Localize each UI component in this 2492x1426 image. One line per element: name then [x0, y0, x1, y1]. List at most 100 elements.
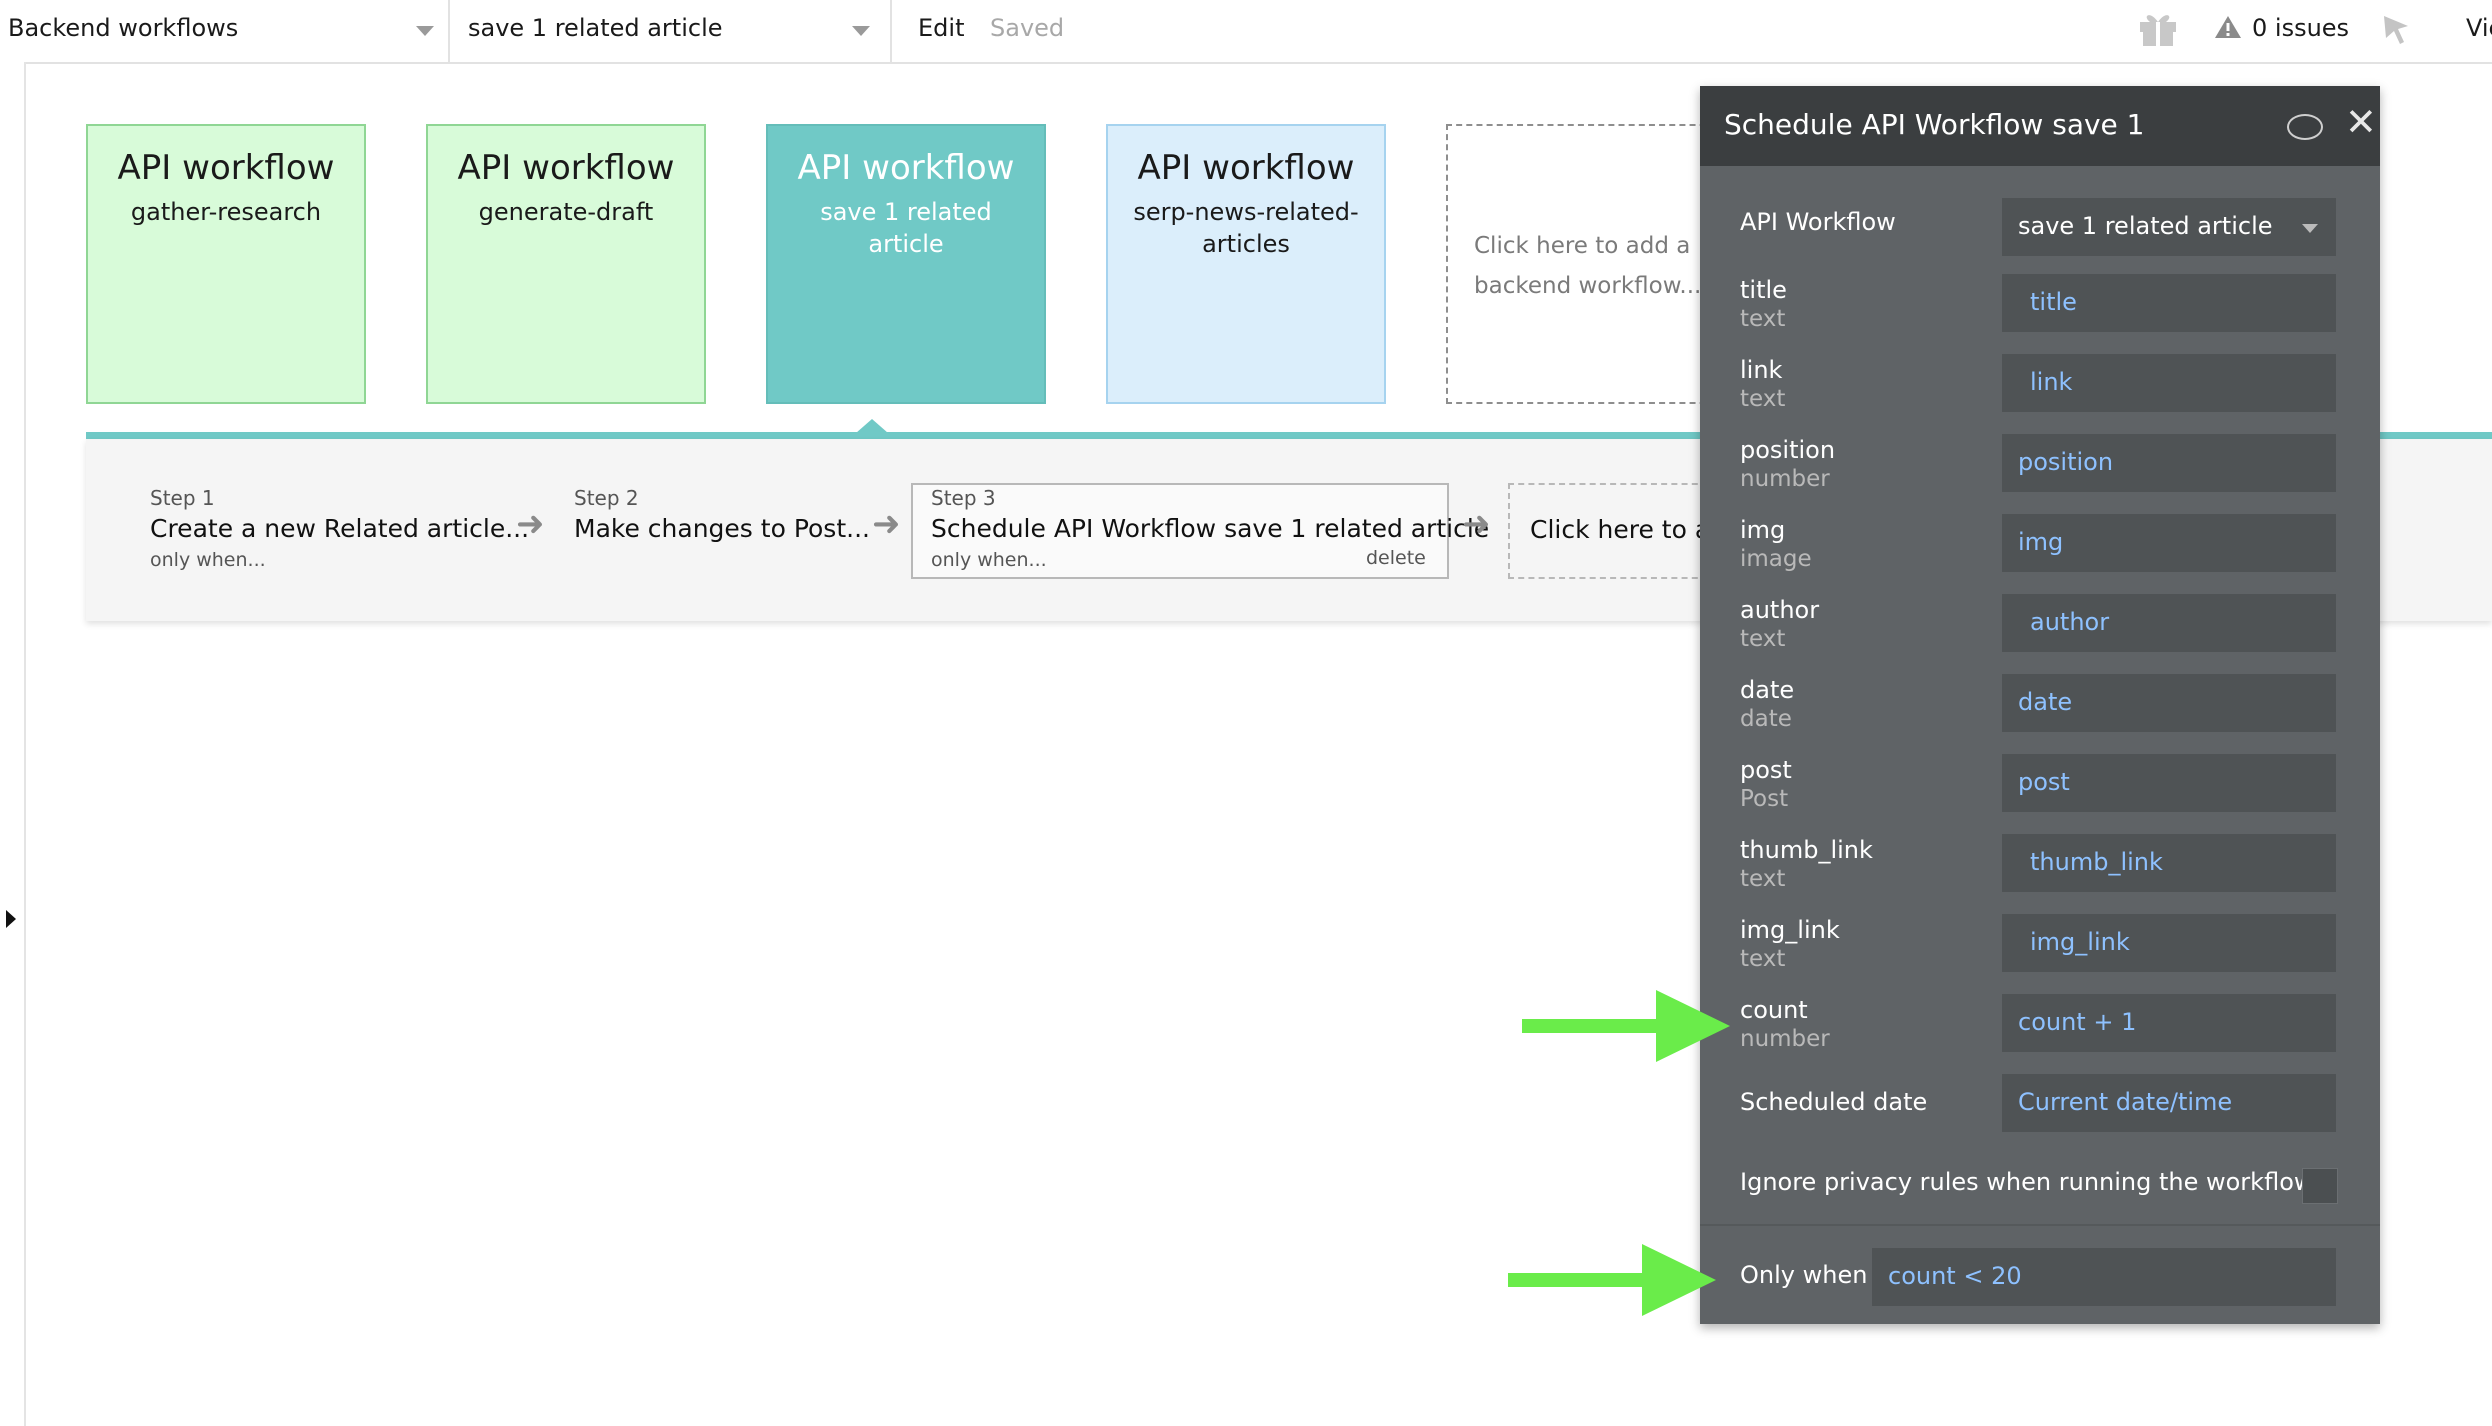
panel-divider — [1700, 1224, 2380, 1226]
param-value: position — [2018, 448, 2114, 476]
param-type: text — [1740, 626, 1786, 652]
param-value: link — [2030, 368, 2073, 396]
param-title-field[interactable]: title — [2002, 274, 2336, 332]
scheduled-date-row: Scheduled date — [1740, 1088, 1927, 1116]
schedule-api-workflow-panel: Schedule API Workflow save 1 re ✕ API Wo… — [1700, 86, 2380, 1324]
gift-icon[interactable] — [2136, 8, 2180, 48]
param-value: post — [2018, 768, 2070, 796]
chevron-down-icon — [852, 26, 870, 36]
ignore-privacy-row: Ignore privacy rules when running the wo… — [1740, 1168, 2314, 1196]
param-type: Post — [1740, 786, 1789, 812]
edit-menu[interactable]: Edit — [918, 14, 964, 42]
param-link-field[interactable]: link — [2002, 354, 2336, 412]
param-label: count — [1740, 996, 1808, 1024]
param-author: author text — [1740, 596, 1819, 652]
api-workflow-select-value: save 1 related article — [2018, 212, 2273, 240]
page-selector-label: Backend workflows — [8, 14, 239, 42]
param-img-link-field[interactable]: img_link — [2002, 914, 2336, 972]
api-workflow-label: API Workflow — [1740, 208, 1896, 236]
param-link: link text — [1740, 356, 1785, 412]
add-workflow-text: Click here to add a backend workflow... — [1474, 233, 1702, 299]
api-workflow-select[interactable]: save 1 related article — [2002, 198, 2336, 256]
param-value: count + 1 — [2018, 1008, 2137, 1036]
param-post: post Post — [1740, 756, 1792, 812]
param-type: text — [1740, 386, 1786, 412]
workflow-card-name: generate-draft — [478, 198, 654, 226]
param-date-field[interactable]: date — [2002, 674, 2336, 732]
workflow-card-generate-draft[interactable]: API workflow generate-draft — [426, 124, 706, 404]
step-title: Create a new Related article... — [150, 514, 530, 543]
param-type: text — [1740, 306, 1786, 332]
only-when-field[interactable]: count < 20 — [1872, 1248, 2336, 1306]
scheduled-date-value: Current date/time — [2018, 1088, 2233, 1116]
expand-left-panel-icon[interactable] — [6, 910, 16, 928]
workflow-card-serp-news[interactable]: API workflow serp-news-related-articles — [1106, 124, 1386, 404]
param-title: title text — [1740, 276, 1787, 332]
warning-icon — [2215, 16, 2241, 38]
selected-workflow-pointer — [856, 419, 888, 433]
ignore-privacy-label: Ignore privacy rules when running the wo… — [1740, 1168, 2314, 1196]
param-label: link — [1740, 356, 1783, 384]
step-2[interactable]: Step 2 Make changes to Post... — [574, 486, 870, 543]
param-post-field[interactable]: post — [2002, 754, 2336, 812]
param-label: date — [1740, 676, 1795, 704]
param-type: number — [1740, 466, 1830, 492]
param-value: author — [2030, 608, 2110, 636]
param-type: image — [1740, 546, 1812, 572]
comment-icon[interactable] — [2287, 114, 2323, 140]
add-step-text: Click here to ad — [1530, 515, 1708, 544]
param-count-field[interactable]: count + 1 — [2002, 994, 2336, 1052]
param-date: date date — [1740, 676, 1794, 732]
scheduled-date-field[interactable]: Current date/time — [2002, 1074, 2336, 1132]
issues-count[interactable]: 0 issues — [2252, 14, 2349, 42]
param-thumb-link-field[interactable]: thumb_link — [2002, 834, 2336, 892]
step-title: Make changes to Post... — [574, 514, 870, 543]
panel-title: Schedule API Workflow save 1 re — [1724, 108, 2144, 141]
workflow-card-type: API workflow — [797, 148, 1015, 188]
param-img-link: img_link text — [1740, 916, 1840, 972]
param-position-field[interactable]: position — [2002, 434, 2336, 492]
ignore-privacy-checkbox[interactable] — [2302, 1168, 2338, 1204]
step-number: Step 1 — [150, 486, 215, 510]
workflow-card-type: API workflow — [1137, 148, 1355, 188]
param-img: img image — [1740, 516, 1812, 572]
param-label: post — [1740, 756, 1792, 784]
arrow-right-icon: ➜ — [516, 504, 545, 544]
param-thumb-link: thumb_link text — [1740, 836, 1873, 892]
workflow-card-name: save 1 related article — [820, 198, 992, 258]
panel-header: Schedule API Workflow save 1 re ✕ — [1700, 86, 2380, 166]
delete-step-link[interactable]: delete — [1366, 547, 1426, 569]
saved-status: Saved — [990, 14, 1065, 42]
workflow-selector-dropdown[interactable]: save 1 related article — [450, 0, 892, 62]
param-author-field[interactable]: author — [2002, 594, 2336, 652]
only-when-label: Only when — [1740, 1261, 1868, 1289]
step-1[interactable]: Step 1 Create a new Related article... o… — [150, 486, 529, 571]
param-label: img_link — [1740, 916, 1840, 944]
annotation-arrow-count — [1522, 990, 1730, 1062]
workflow-card-save-related-article[interactable]: API workflow save 1 related article — [766, 124, 1046, 404]
add-backend-workflow-card[interactable]: Click here to add a backend workflow... — [1446, 124, 1726, 404]
param-label: author — [1740, 596, 1820, 624]
cursor-icon[interactable] — [2382, 14, 2412, 46]
page-selector-dropdown[interactable]: Backend workflows — [0, 0, 450, 62]
annotation-arrow-only-when — [1508, 1244, 1716, 1316]
api-workflow-row: API Workflow — [1740, 208, 1896, 236]
view-menu[interactable]: Vie — [2466, 14, 2492, 42]
param-img-field[interactable]: img — [2002, 514, 2336, 572]
only-when-value: count < 20 — [1888, 1262, 2022, 1290]
workflow-card-gather-research[interactable]: API workflow gather-research — [86, 124, 366, 404]
param-label: img — [1740, 516, 1786, 544]
param-count: count number — [1740, 996, 1830, 1052]
chevron-down-icon — [2302, 224, 2318, 233]
param-type: number — [1740, 1026, 1830, 1052]
param-value: img — [2018, 528, 2064, 556]
param-value: img_link — [2030, 928, 2130, 956]
top-bar: Backend workflows save 1 related article… — [0, 0, 2492, 64]
arrow-right-icon: ➜ — [1462, 504, 1491, 544]
workflow-card-name: serp-news-related-articles — [1133, 198, 1359, 258]
close-icon[interactable]: ✕ — [2345, 100, 2377, 144]
param-label: title — [1740, 276, 1787, 304]
add-step-box[interactable]: Click here to ad — [1508, 483, 1708, 579]
step-condition: only when... — [150, 549, 266, 571]
chevron-down-icon — [416, 26, 434, 36]
